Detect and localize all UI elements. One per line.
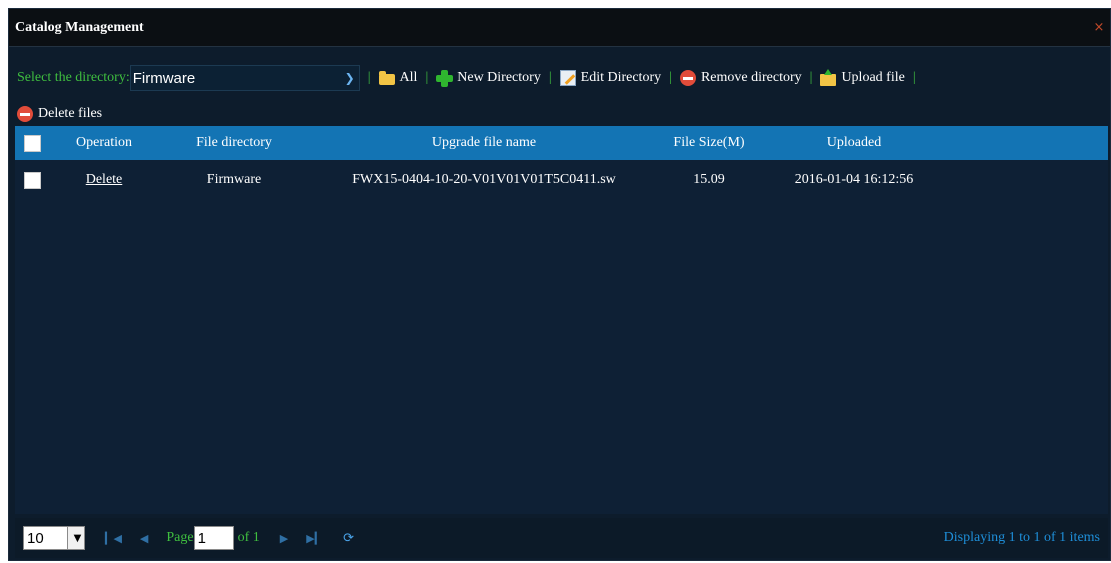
page-size-select[interactable]: 10 ▼: [23, 526, 85, 550]
separator: |: [548, 70, 552, 85]
file-name-cell: FWX15-0404-10-20-V01V01V01T5C0411.sw: [352, 172, 616, 187]
refresh-icon[interactable]: ⟳: [343, 531, 354, 546]
last-page-icon[interactable]: ▶▎: [306, 532, 323, 545]
next-page-icon[interactable]: ▶: [280, 532, 288, 545]
edit-directory-label: Edit Directory: [580, 70, 662, 85]
delete-files-label: Delete files: [38, 106, 103, 121]
file-table: Operation File directory Upgrade file na…: [15, 126, 1108, 514]
table-header: Operation File directory Upgrade file na…: [15, 126, 1108, 160]
upload-file-button[interactable]: Upload file: [820, 69, 905, 86]
new-directory-label: New Directory: [457, 70, 541, 85]
pagination-bar: 10 ▼ ▎◀ ◀ Page 1 of 1 ▶ ▶▎ ⟳ Displaying …: [15, 518, 1108, 558]
file-directory-cell: Firmware: [206, 172, 262, 187]
remove-directory-label: Remove directory: [700, 70, 802, 85]
edit-directory-button[interactable]: Edit Directory: [559, 70, 662, 86]
page-label: Page: [166, 530, 194, 545]
all-button-label: All: [399, 70, 418, 85]
dialog-title: Catalog Management: [15, 20, 144, 35]
remove-directory-button[interactable]: Remove directory: [679, 70, 802, 86]
table-row: Delete Firmware FWX15-0404-10-20-V01V01V…: [15, 162, 1108, 198]
edit-icon: [559, 70, 576, 86]
upload-file-label: Upload file: [841, 70, 905, 85]
all-button[interactable]: All: [378, 70, 418, 86]
column-header-file-size[interactable]: File Size(M): [659, 135, 759, 151]
pagination-status: Displaying 1 to 1 of 1 items: [943, 530, 1100, 545]
title-bar: Catalog Management ×: [9, 9, 1110, 47]
new-directory-button[interactable]: New Directory: [436, 70, 541, 87]
first-page-icon[interactable]: ▎◀: [105, 532, 122, 545]
page-number-input[interactable]: 1: [193, 526, 234, 550]
plus-icon: [436, 70, 454, 87]
column-header-uploaded[interactable]: Uploaded: [759, 135, 949, 151]
row-checkbox[interactable]: [23, 171, 41, 189]
folder-icon: [378, 71, 395, 85]
catalog-management-dialog: Catalog Management × Select the director…: [8, 8, 1111, 561]
select-all-cell: [15, 134, 49, 152]
operation-cell: Delete: [49, 172, 159, 188]
minus-circle-icon: [679, 70, 696, 86]
separator: |: [912, 70, 916, 85]
delete-link[interactable]: Delete: [86, 172, 123, 187]
previous-page-icon[interactable]: ◀: [140, 532, 148, 545]
minus-circle-icon: [17, 106, 33, 122]
chevron-down-icon: ❯: [344, 71, 355, 85]
directory-select-value: Firmware: [132, 69, 196, 87]
column-header-file-directory[interactable]: File directory: [159, 135, 309, 151]
column-header-upgrade-file-name[interactable]: Upgrade file name: [309, 135, 659, 151]
select-all-checkbox[interactable]: [23, 134, 41, 152]
toolbar: Select the directory: Firmware ❯ | All |…: [9, 47, 1110, 122]
uploaded-cell: 2016-01-04 16:12:56: [794, 172, 914, 187]
separator: |: [809, 70, 813, 85]
toolbar-row-main: Select the directory: Firmware ❯ | All |…: [17, 65, 924, 91]
upload-icon: [820, 69, 837, 86]
chevron-down-icon: ▼: [67, 527, 84, 549]
delete-files-button[interactable]: Delete files: [17, 106, 102, 122]
directory-select[interactable]: Firmware ❯: [129, 65, 360, 91]
file-size-cell: 15.09: [693, 172, 725, 187]
separator: |: [425, 70, 429, 85]
close-icon[interactable]: ×: [1092, 21, 1106, 35]
directory-select-label: Select the directory:: [17, 70, 130, 85]
row-check-cell: [15, 171, 49, 189]
page-size-value: 10: [27, 529, 44, 547]
separator: |: [367, 70, 371, 85]
toolbar-row-secondary: Delete files: [17, 102, 102, 126]
column-header-operation[interactable]: Operation: [49, 135, 159, 151]
separator: |: [669, 70, 672, 85]
page-total-label: of 1: [237, 530, 260, 545]
